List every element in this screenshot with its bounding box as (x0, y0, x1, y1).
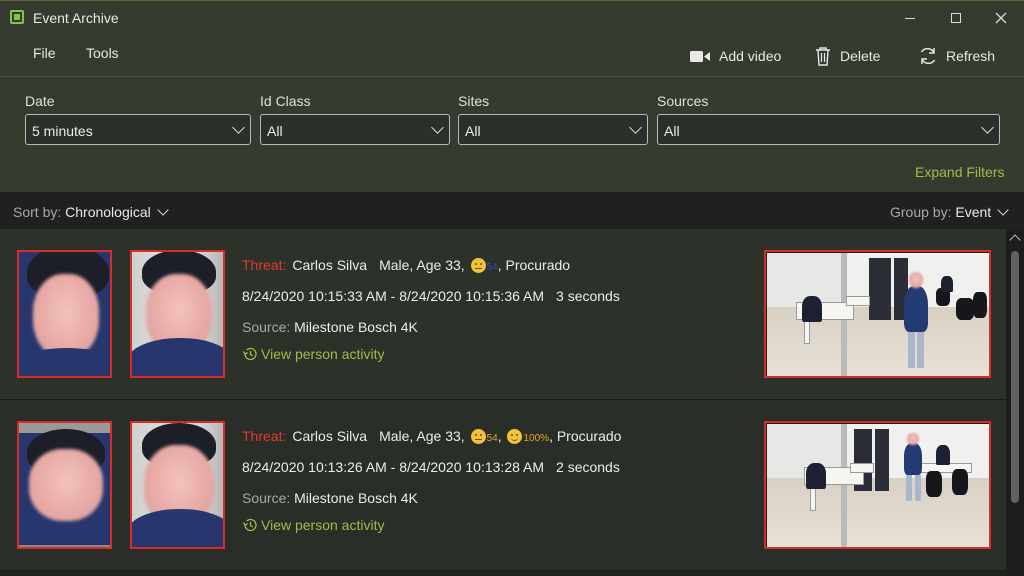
view-person-activity-label: View person activity (261, 517, 385, 533)
sites-filter-value: All (465, 123, 481, 139)
event-time-range: 8/24/2020 10:13:26 AM - 8/24/2020 10:13:… (242, 459, 545, 475)
event-identity-line: Threat: Carlos Silva Male, Age 33, 54, Pro… (242, 257, 570, 273)
sort-group-bar: Sort by: Chronological Group by: Event (0, 192, 1024, 229)
event-time-line: 8/24/2020 10:13:26 AM - 8/24/2020 10:13:… (242, 459, 620, 475)
title-bar: Event Archive (0, 0, 1024, 34)
refresh-button[interactable]: Refresh (918, 44, 995, 68)
scrollbar-thumb[interactable] (1011, 251, 1019, 503)
emotion-score: 100% (523, 433, 550, 444)
emotion-score: 54 (486, 433, 498, 444)
group-by-label: Group by: (890, 204, 952, 220)
id-class-filter-select[interactable]: All (260, 114, 450, 145)
source-name: Milestone Bosch 4K (294, 319, 418, 335)
view-person-activity-link[interactable]: View person activity (242, 517, 384, 533)
chevron-down-icon (431, 121, 444, 134)
sites-filter-label: Sites (458, 93, 490, 109)
emotion-score: 54 (486, 262, 498, 273)
menu-bar: File Tools Add video Delete Refresh (0, 34, 1024, 76)
neutral-emoji-icon (470, 258, 486, 273)
minimize-button[interactable] (887, 1, 933, 35)
event-time-range: 8/24/2020 10:15:33 AM - 8/24/2020 10:15:… (242, 288, 545, 304)
date-filter-value: 5 minutes (32, 123, 93, 139)
chevron-down-icon (157, 204, 169, 216)
group-by-dropdown[interactable]: Group by: Event (890, 204, 1009, 220)
event-time-line: 8/24/2020 10:15:33 AM - 8/24/2020 10:15:… (242, 288, 620, 304)
event-list-scrollbar[interactable] (1006, 229, 1024, 576)
event-row[interactable]: Threat: Carlos Silva Male, Age 33, 54, 100… (0, 400, 1006, 570)
trash-icon (816, 47, 830, 66)
event-snapshot[interactable] (764, 250, 991, 378)
face-thumbnail[interactable] (17, 421, 112, 549)
chevron-down-icon (981, 121, 994, 134)
window-title: Event Archive (33, 10, 119, 26)
threat-label: Threat: (242, 257, 287, 273)
event-identity-line: Threat: Carlos Silva Male, Age 33, 54, 100… (242, 428, 622, 444)
expand-filters-link[interactable]: Expand Filters (915, 164, 1004, 180)
face-thumbnail[interactable] (130, 250, 225, 378)
maximize-button[interactable] (933, 1, 979, 35)
refresh-icon (920, 47, 936, 65)
filters-panel: Date 5 minutes Id Class All Sites All So… (0, 77, 1024, 192)
sources-filter-label: Sources (657, 93, 709, 109)
person-name[interactable]: Carlos Silva (292, 257, 367, 273)
minimize-icon (905, 17, 915, 19)
chevron-up-icon[interactable] (1009, 234, 1021, 246)
chevron-down-icon (997, 204, 1009, 216)
maximize-icon (951, 13, 961, 23)
id-class-filter-value: All (267, 123, 283, 139)
sort-by-dropdown[interactable]: Sort by: Chronological (13, 204, 169, 220)
date-filter-select[interactable]: 5 minutes (25, 114, 251, 145)
close-icon (995, 12, 1007, 24)
view-person-activity-label: View person activity (261, 346, 385, 362)
person-name[interactable]: Carlos Silva (292, 428, 367, 444)
chevron-down-icon (629, 121, 642, 134)
refresh-label: Refresh (946, 48, 996, 64)
person-tag: , Procurado (497, 257, 571, 273)
sort-by-label: Sort by: (13, 204, 62, 220)
menu-file[interactable]: File (33, 45, 56, 61)
add-video-button[interactable]: Add video (690, 44, 781, 68)
history-icon (242, 347, 257, 361)
date-filter-label: Date (25, 93, 55, 109)
person-tag: , Procurado (549, 428, 622, 444)
group-by-value: Event (955, 204, 992, 220)
chevron-down-icon (232, 121, 245, 134)
view-person-activity-link[interactable]: View person activity (242, 346, 384, 362)
sources-filter-value: All (664, 123, 680, 139)
video-camera-icon (690, 50, 710, 62)
app-logo-icon (10, 10, 24, 24)
face-thumbnail[interactable] (17, 250, 112, 378)
source-label: Source: (242, 490, 291, 506)
menu-tools[interactable]: Tools (86, 45, 119, 61)
event-row[interactable]: Threat: Carlos Silva Male, Age 33, 54, Pro… (0, 229, 1006, 399)
sources-filter-select[interactable]: All (657, 114, 1000, 145)
threat-label: Threat: (242, 428, 287, 444)
demographics: Male, Age 33, (379, 257, 465, 273)
close-button[interactable] (978, 1, 1024, 35)
delete-label: Delete (840, 48, 881, 64)
event-duration: 2 seconds (556, 459, 620, 475)
add-video-label: Add video (719, 48, 782, 64)
sort-by-value: Chronological (65, 204, 151, 220)
event-snapshot[interactable] (764, 421, 991, 549)
sites-filter-select[interactable]: All (458, 114, 648, 145)
event-list: Threat: Carlos Silva Male, Age 33, 54, Pro… (0, 229, 1006, 576)
event-source-line: Source: Milestone Bosch 4K (242, 490, 418, 506)
delete-button[interactable]: Delete (814, 44, 880, 68)
demographics: Male, Age 33, (379, 428, 465, 444)
history-icon (242, 518, 257, 532)
source-label: Source: (242, 319, 291, 335)
event-source-line: Source: Milestone Bosch 4K (242, 319, 418, 335)
event-duration: 3 seconds (556, 288, 620, 304)
face-thumbnail[interactable] (130, 421, 225, 549)
id-class-filter-label: Id Class (260, 93, 311, 109)
source-name: Milestone Bosch 4K (294, 490, 418, 506)
neutral-emoji-icon (470, 429, 486, 444)
happy-emoji-icon (507, 429, 523, 444)
